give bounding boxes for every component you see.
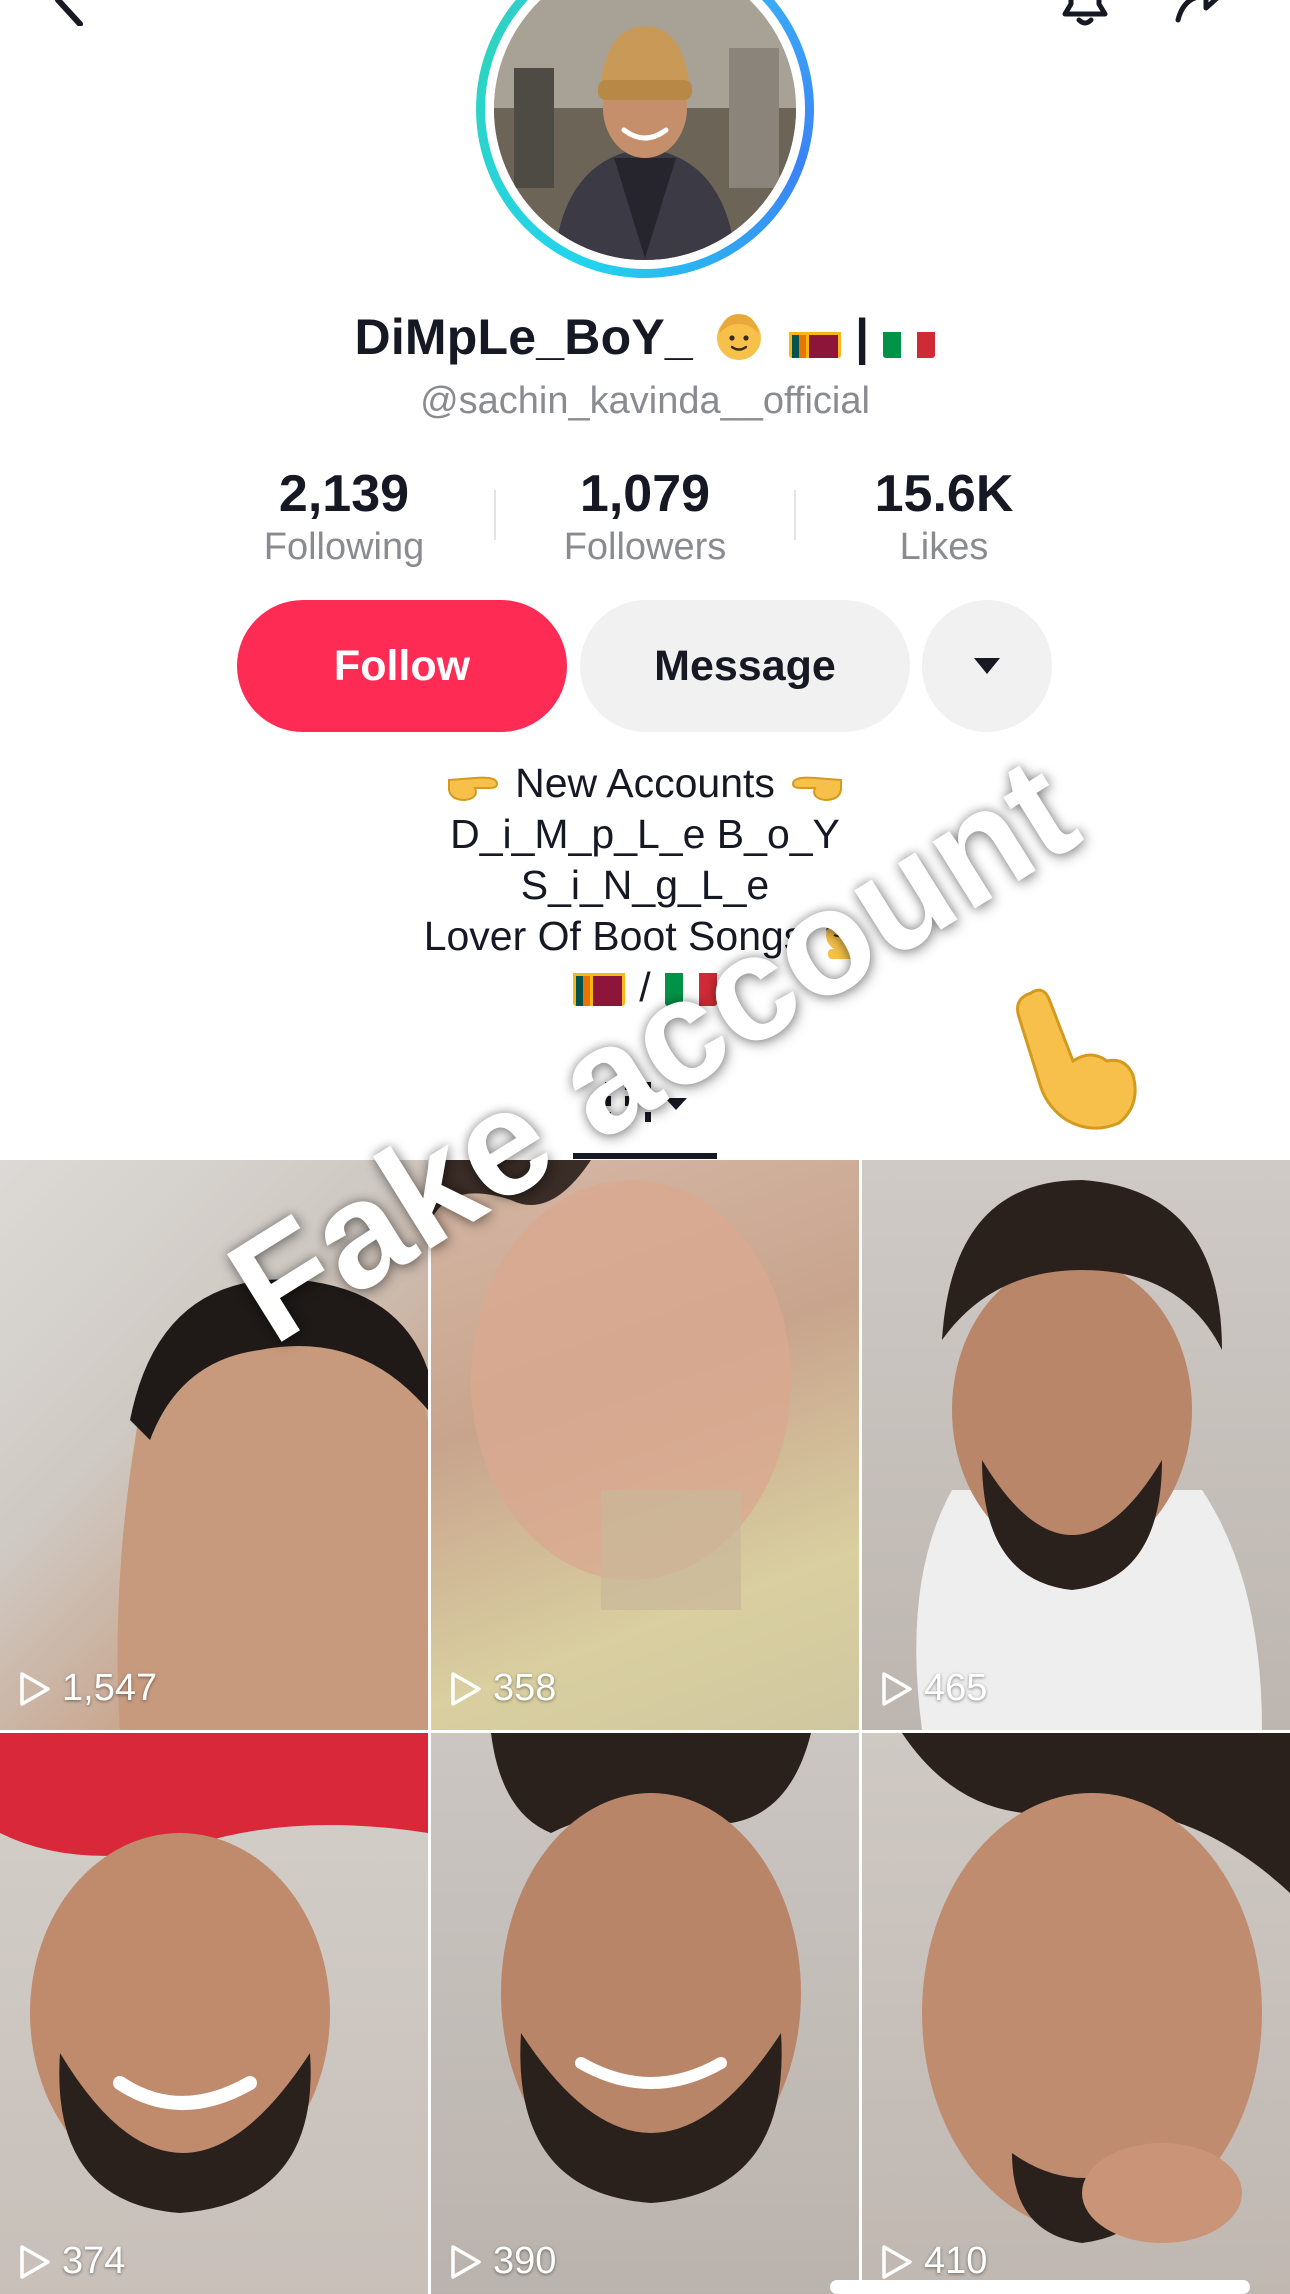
video-thumbnail[interactable]: 410 [862,1733,1290,2294]
tab-dropdown-arrow-icon [665,1098,687,1110]
bio: New Accounts D_i_M_p_L_e B_o_Y S_i_N_g_L… [0,758,1290,1013]
bio-line-5-separator: / [639,964,651,1010]
bio-line: New Accounts [0,758,1290,809]
avatar-image [494,0,796,260]
bio-line-3: S_i_N_g_L_e [520,862,770,908]
back-icon[interactable] [40,0,100,26]
avatar-ring[interactable] [476,0,814,278]
display-name-row: DiMpLe_BoY_ | [0,308,1290,366]
play-icon [20,1671,50,1706]
stat-following[interactable]: 2,139 Following [214,466,474,572]
followers-label: Followers [563,526,727,568]
view-count-text: 1,547 [62,1667,158,1709]
message-button[interactable]: Message [580,600,910,732]
video-thumbnail[interactable]: 465 [862,1160,1290,1730]
view-count: 358 [449,1667,556,1710]
share-icon[interactable] [1170,0,1230,26]
italy-flag-icon [664,970,717,1006]
followers-count: 1,079 [579,465,711,523]
massage-emoji-icon [826,916,859,959]
thumbnail-image [491,1733,811,2203]
play-icon [20,2244,50,2279]
stats-row: 2,139 Following 1,079 Followers 15.6K Li… [0,466,1290,576]
dropdown-arrow-icon [974,658,1000,674]
thumbnail-image [431,1160,791,1610]
play-icon [451,1671,481,1706]
view-count-text: 465 [924,1667,988,1709]
more-options-button[interactable] [922,600,1052,732]
pointing-hand-icon [1016,988,1137,1130]
boy-emoji-icon [716,314,761,360]
likes-count: 15.6K [874,465,1014,523]
following-label: Following [263,526,425,568]
tab-indicator [573,1153,717,1159]
italy-flag-icon [883,322,936,358]
pointing-right-icon [448,776,499,801]
bio-line-2: D_i_M_p_L_e B_o_Y [450,811,840,857]
follow-button[interactable]: Follow [237,600,567,732]
view-count-text: 374 [62,2240,126,2282]
avatar[interactable] [494,0,796,260]
bell-icon[interactable] [1055,0,1115,26]
following-count: 2,139 [278,465,410,523]
view-count: 1,547 [18,1667,157,1710]
likes-label: Likes [899,526,989,568]
bio-line-1: New Accounts [515,760,775,806]
bio-line-4: Lover Of Boot Songs [423,913,805,959]
home-indicator [830,2280,1250,2294]
view-count: 465 [880,1667,987,1710]
pointing-left-icon [791,776,842,801]
grid-icon [605,1082,687,1122]
tab-videos[interactable] [573,1060,717,1160]
view-count-text: 358 [493,1667,557,1709]
name-separator: | [855,309,870,365]
stat-divider [494,490,496,540]
video-thumbnail[interactable]: 1,547 [0,1160,428,1730]
video-thumbnail[interactable]: 390 [431,1733,859,2294]
thumbnail-image [117,1279,428,1730]
play-icon [882,2244,912,2279]
view-count: 374 [18,2240,125,2283]
sri-lanka-flag-icon [789,322,842,358]
thumbnail-image [0,1733,428,2213]
thumbnail-image [902,1733,1290,2243]
display-name: DiMpLe_BoY_ [354,309,693,365]
view-count-text: 410 [924,2240,988,2282]
view-count: 390 [449,2240,556,2283]
stat-divider [794,490,796,540]
video-thumbnail[interactable]: 374 [0,1733,428,2294]
view-count: 410 [880,2240,987,2283]
stat-likes[interactable]: 15.6K Likes [814,466,1074,572]
stat-followers[interactable]: 1,079 Followers [515,466,775,572]
play-icon [451,2244,481,2279]
thumbnail-image [916,1180,1262,1730]
play-icon [882,1671,912,1706]
bio-line: Lover Of Boot Songs [0,911,1290,962]
sri-lanka-flag-icon [573,970,626,1006]
username: @sachin_kavinda__official [420,380,870,422]
view-count-text: 390 [493,2240,557,2282]
video-thumbnail[interactable]: 358 [431,1160,859,1730]
